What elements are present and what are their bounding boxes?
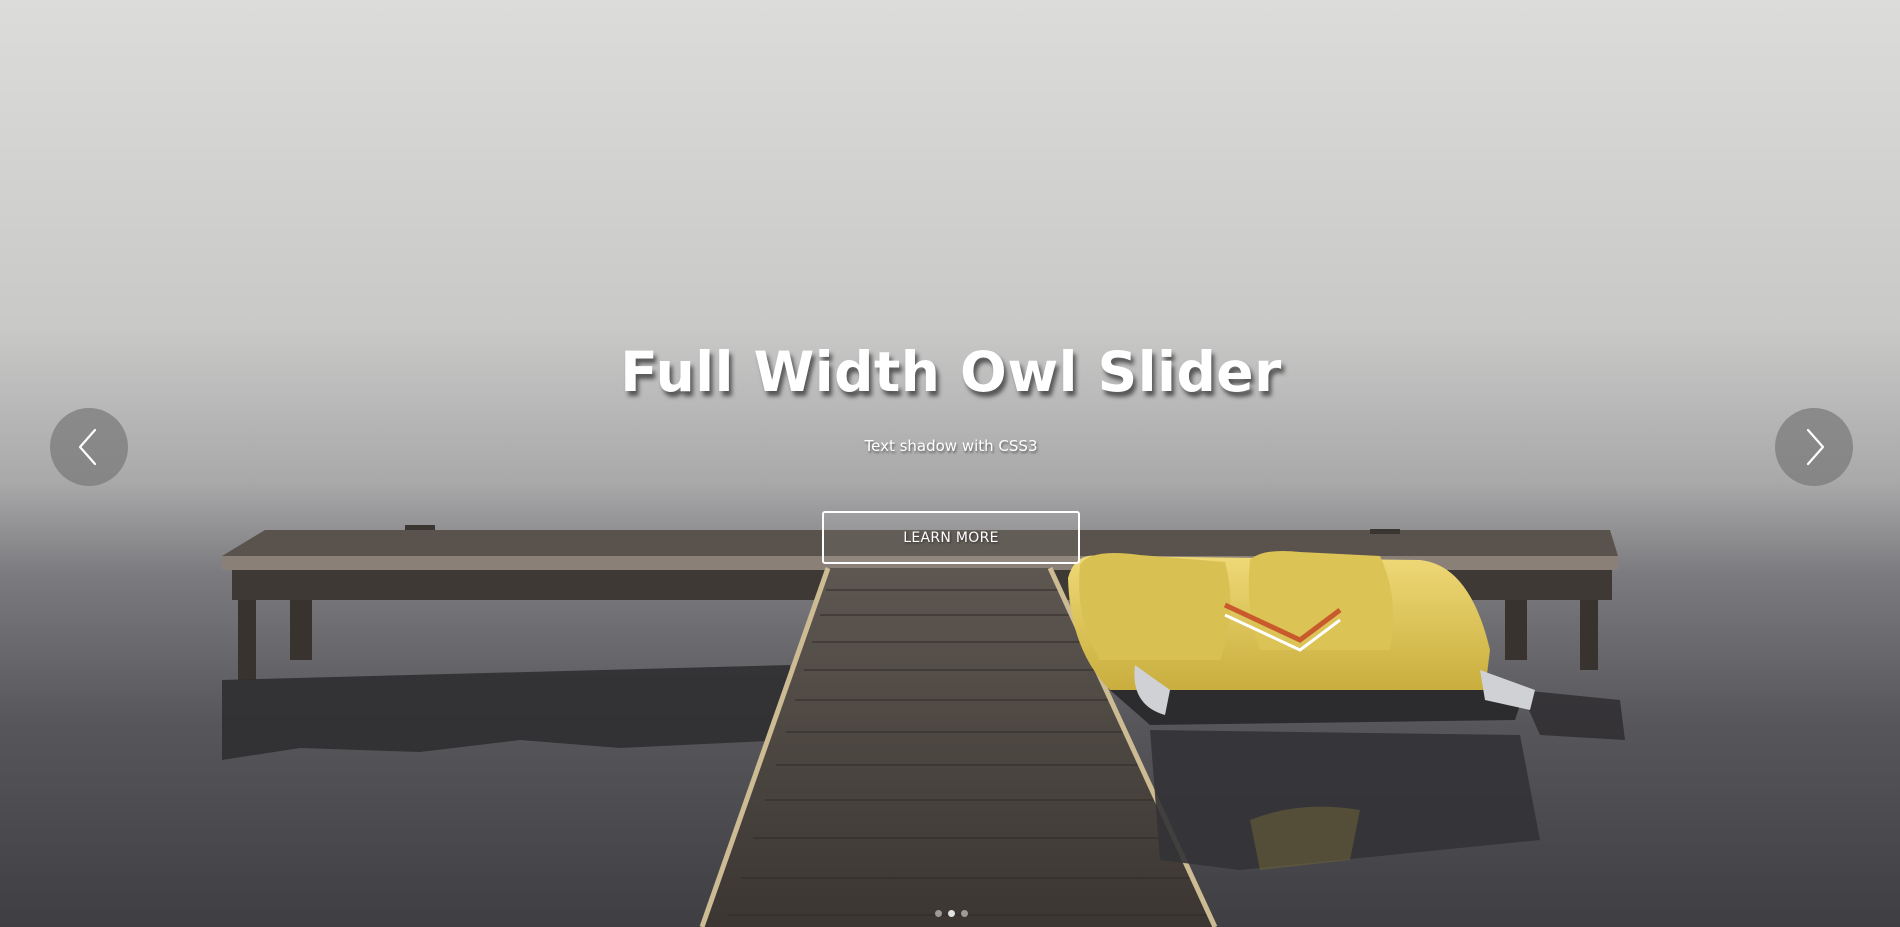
learn-more-button[interactable]: LEARN MORE xyxy=(822,511,1080,564)
chevron-right-icon xyxy=(1806,428,1825,466)
slide-background-image xyxy=(0,0,1900,927)
chevron-left-icon xyxy=(78,428,97,466)
slider-pagination xyxy=(0,910,1900,917)
pagination-dot[interactable] xyxy=(934,910,942,917)
slider-prev-button[interactable] xyxy=(50,408,128,486)
slider-next-button[interactable] xyxy=(1775,408,1853,486)
pagination-dot[interactable] xyxy=(960,910,968,917)
pagination-dot[interactable] xyxy=(947,910,955,917)
owl-slider: Full Width Owl Slider Text shadow with C… xyxy=(0,0,1900,927)
